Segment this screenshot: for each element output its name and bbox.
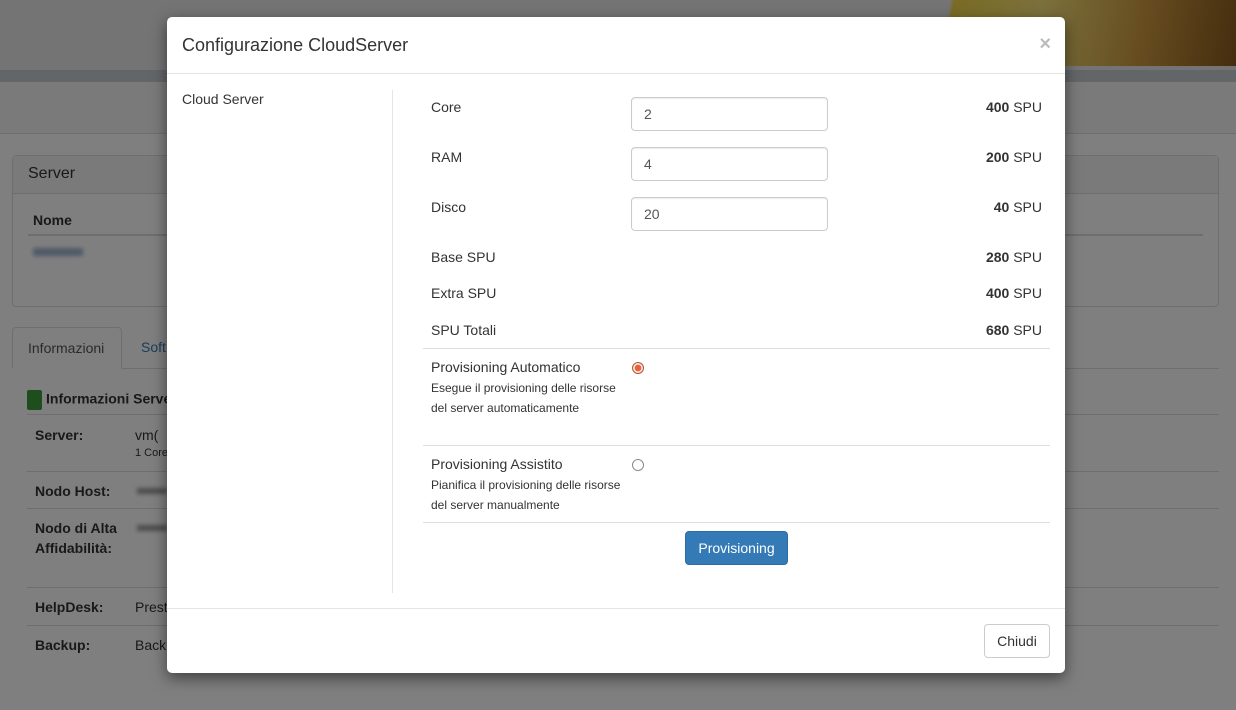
disco-label: Disco [431, 199, 467, 215]
provisioning-automatico-radio[interactable] [632, 362, 644, 374]
extra-spu-label: Extra SPU [431, 285, 497, 301]
cloudserver-config-modal: Configurazione CloudServer × Cloud Serve… [167, 17, 1065, 673]
divider [423, 522, 1050, 523]
core-input[interactable] [631, 97, 828, 131]
disco-price: 40 SPU [993, 199, 1042, 215]
modal-header: Configurazione CloudServer [167, 17, 1065, 74]
divider [423, 348, 1050, 349]
divider [423, 445, 1050, 446]
provisioning-automatico-title: Provisioning Automatico [431, 359, 581, 375]
modal-footer-divider [167, 608, 1065, 609]
modal-title: Configurazione CloudServer [182, 35, 409, 55]
sidebar-label-cloud-server: Cloud Server [182, 91, 264, 107]
vertical-divider [392, 90, 393, 593]
extra-spu-price: 400 SPU [985, 285, 1042, 301]
provisioning-assistito-title: Provisioning Assistito [431, 456, 563, 472]
ram-label: RAM [431, 149, 463, 165]
spu-totali-label: SPU Totali [431, 322, 497, 338]
provisioning-assistito-radio[interactable] [632, 459, 644, 471]
ram-input[interactable] [631, 147, 828, 181]
spu-totali-price: 680 SPU [985, 322, 1042, 338]
provisioning-button[interactable]: Provisioning [685, 531, 788, 565]
ram-price: 200 SPU [985, 149, 1042, 165]
provisioning-assistito-description: Pianifica il provisioning delle risorse … [431, 478, 621, 512]
base-spu-price: 280 SPU [985, 249, 1042, 265]
disco-input[interactable] [631, 197, 828, 231]
chiudi-button[interactable]: Chiudi [984, 624, 1050, 658]
close-icon[interactable]: × [1039, 33, 1051, 56]
core-price: 400 SPU [985, 99, 1042, 115]
core-label: Core [431, 99, 462, 115]
provisioning-automatico-description: Esegue il provisioning delle risorse del… [431, 381, 616, 415]
base-spu-label: Base SPU [431, 249, 496, 265]
